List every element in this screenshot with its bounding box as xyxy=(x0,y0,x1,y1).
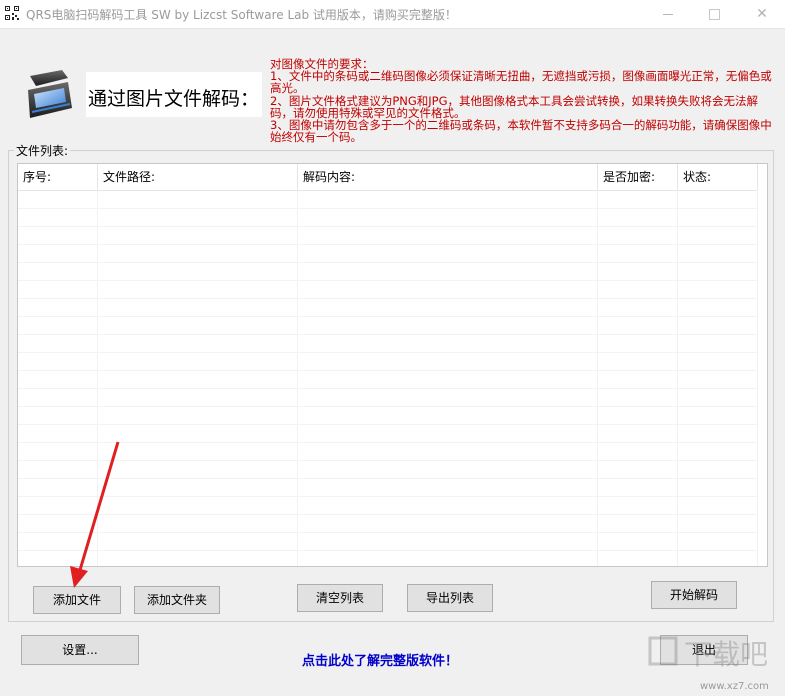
row-grid-line xyxy=(18,460,758,461)
row-grid-line xyxy=(18,514,758,515)
title-bar: QRS电脑扫码解码工具 SW by Lizcst Software Lab 试用… xyxy=(0,0,785,29)
row-grid-line xyxy=(18,550,758,551)
requirements-line-2: 2、图片文件格式建议为PNG和JPG，其他图像格式本工具会尝试转换，如果转换失败… xyxy=(270,93,758,120)
minimize-icon xyxy=(663,13,673,15)
full-version-link[interactable]: 点击此处了解完整版软件！ xyxy=(302,650,458,669)
column-divider xyxy=(597,190,598,566)
column-divider xyxy=(757,190,758,566)
close-icon: ✕ xyxy=(756,6,768,22)
column-header-index[interactable]: 序号: xyxy=(18,164,98,190)
column-header-status[interactable]: 状态: xyxy=(678,164,758,190)
row-grid-line xyxy=(18,298,758,299)
requirements-line-3: 3、图像中请勿包含多于一个的二维码或条码，本软件暂不支持多码合一的解码功能，请确… xyxy=(270,118,772,145)
row-grid-line xyxy=(18,280,758,281)
row-grid-line xyxy=(18,316,758,317)
row-grid-line xyxy=(18,532,758,533)
header-filler xyxy=(758,164,767,190)
maximize-button[interactable] xyxy=(691,0,737,28)
column-header-decoded-content[interactable]: 解码内容: xyxy=(298,164,598,190)
row-grid-line xyxy=(18,424,758,425)
clear-list-button[interactable]: 清空列表 xyxy=(297,584,383,612)
file-list-table[interactable]: 序号: 文件路径: 解码内容: 是否加密: 状态: xyxy=(17,163,768,567)
row-grid-line xyxy=(18,442,758,443)
row-grid-line xyxy=(18,208,758,209)
close-button[interactable]: ✕ xyxy=(739,0,785,28)
column-divider xyxy=(677,190,678,566)
qr-code-icon xyxy=(4,5,20,21)
watermark-url: www.xz7.com xyxy=(700,681,769,692)
column-divider xyxy=(97,190,98,566)
settings-button[interactable]: 设置... xyxy=(21,635,139,665)
file-list-label: 文件列表: xyxy=(14,142,71,159)
row-grid-line xyxy=(18,244,758,245)
add-file-button[interactable]: 添加文件 xyxy=(33,586,121,614)
row-grid-line xyxy=(18,226,758,227)
row-grid-line xyxy=(18,406,758,407)
requirements-text: 对图像文件的要求： 1、文件中的条码或二维码图像必须保证清晰无扭曲，无遮挡或污损… xyxy=(270,58,775,145)
export-list-button[interactable]: 导出列表 xyxy=(407,584,493,612)
start-decode-button[interactable]: 开始解码 xyxy=(651,581,737,609)
page-title: 通过图片文件解码： xyxy=(88,88,260,110)
table-header: 序号: 文件路径: 解码内容: 是否加密: 状态: xyxy=(18,164,758,191)
row-grid-line xyxy=(18,478,758,479)
row-grid-line xyxy=(18,262,758,263)
scanner-icon xyxy=(28,70,72,118)
window-title: QRS电脑扫码解码工具 SW by Lizcst Software Lab 试用… xyxy=(26,8,457,22)
column-divider xyxy=(297,190,298,566)
row-grid-line xyxy=(18,334,758,335)
row-grid-line xyxy=(18,370,758,371)
requirements-line-1: 1、文件中的条码或二维码图像必须保证清晰无扭曲，无遮挡或污损，图像画面曝光正常，… xyxy=(270,69,772,96)
row-grid-line xyxy=(18,388,758,389)
row-grid-line xyxy=(18,496,758,497)
svg-text:下载吧: 下载吧 xyxy=(684,638,768,671)
add-folder-button[interactable]: 添加文件夹 xyxy=(134,586,220,614)
maximize-icon xyxy=(708,8,720,20)
minimize-button[interactable] xyxy=(645,0,691,28)
column-header-encrypted[interactable]: 是否加密: xyxy=(598,164,678,190)
row-grid-line xyxy=(18,352,758,353)
column-header-file-path[interactable]: 文件路径: xyxy=(98,164,298,190)
